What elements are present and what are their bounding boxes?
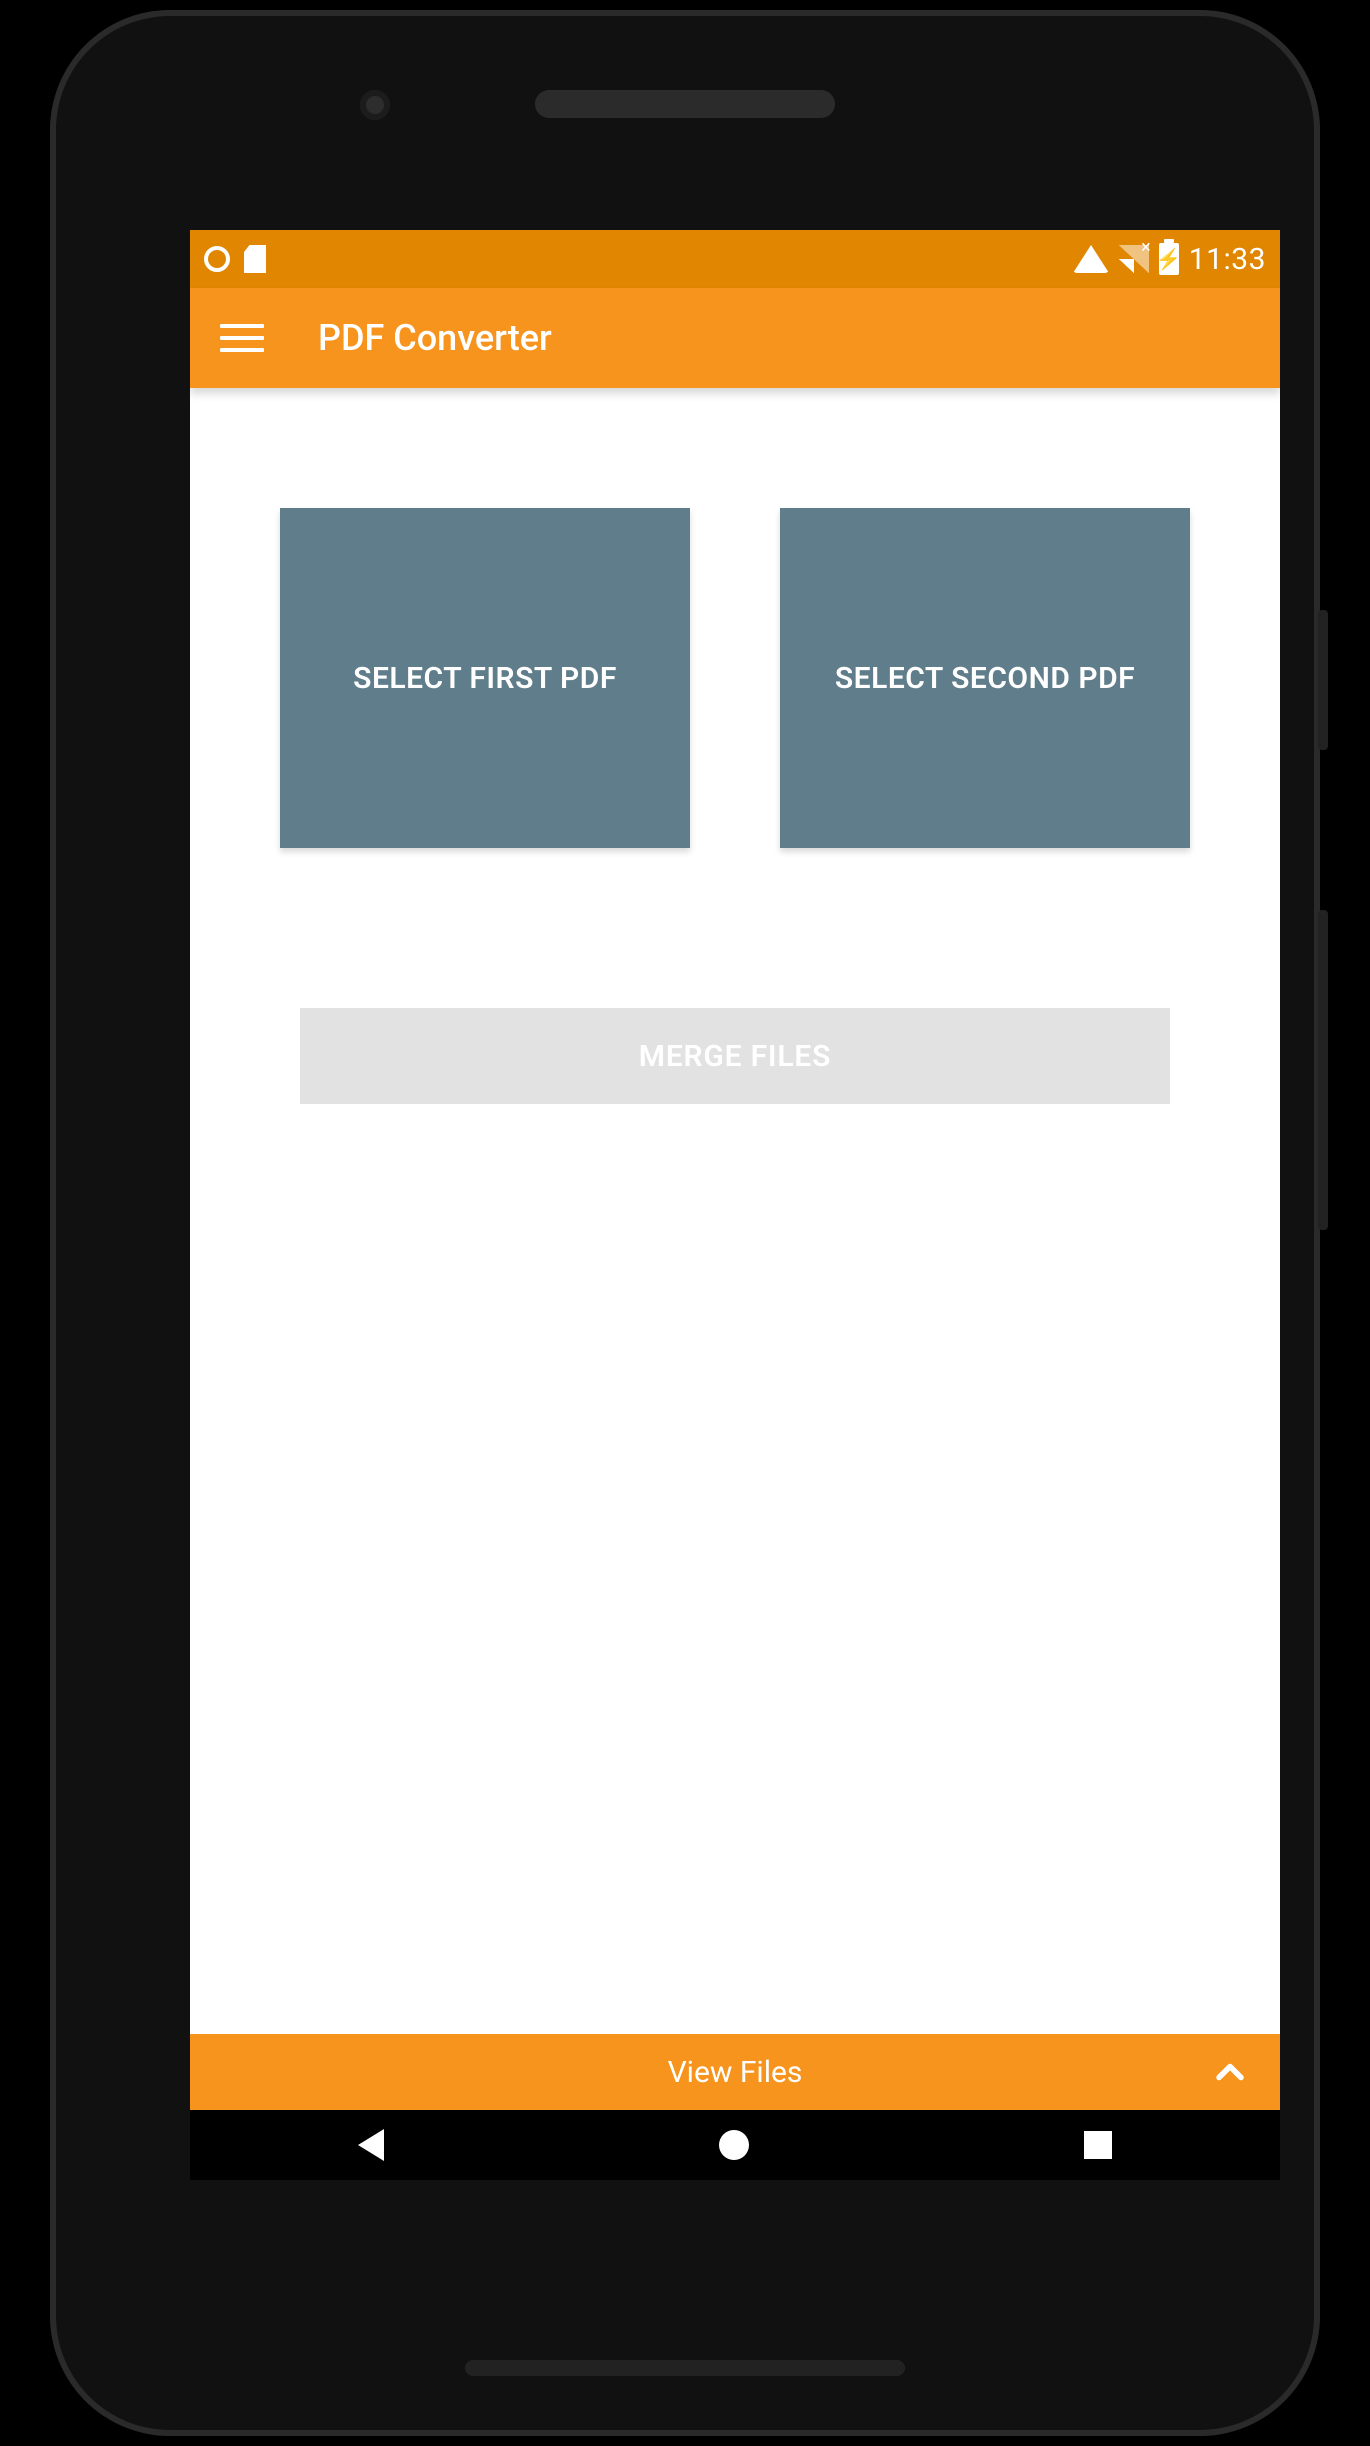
menu-icon[interactable] <box>220 324 264 352</box>
view-files-label: View Files <box>668 2055 803 2090</box>
status-circle-icon <box>204 246 230 272</box>
nav-bar <box>190 2110 1280 2180</box>
nav-back-button[interactable] <box>358 2129 384 2161</box>
phone-bottom-speaker <box>465 2360 905 2376</box>
status-left <box>204 245 266 273</box>
status-bar: × ⚡ 11:33 <box>190 230 1280 288</box>
select-second-pdf-label: SELECT SECOND PDF <box>835 661 1135 696</box>
view-files-bar[interactable]: View Files <box>190 2034 1280 2110</box>
nav-home-button[interactable] <box>719 2130 749 2160</box>
sd-card-icon <box>244 245 266 273</box>
content-area: SELECT FIRST PDF SELECT SECOND PDF MERGE… <box>190 388 1280 2034</box>
signal-no-data-icon: × <box>1141 237 1151 258</box>
battery-charging-icon: ⚡ <box>1156 247 1181 271</box>
nav-recent-button[interactable] <box>1084 2131 1112 2159</box>
phone-volume-button <box>1318 910 1328 1230</box>
phone-side-button <box>1318 610 1328 750</box>
chevron-up-icon <box>1208 2050 1252 2094</box>
select-first-pdf-button[interactable]: SELECT FIRST PDF <box>280 508 690 848</box>
merge-files-button[interactable]: MERGE FILES <box>300 1008 1170 1104</box>
pdf-select-row: SELECT FIRST PDF SELECT SECOND PDF <box>190 388 1280 848</box>
status-clock: 11:33 <box>1189 242 1266 277</box>
app-bar: PDF Converter <box>190 288 1280 388</box>
battery-icon: ⚡ <box>1159 243 1179 275</box>
status-right: × ⚡ 11:33 <box>1073 242 1266 277</box>
phone-frame: × ⚡ 11:33 PDF Converter SELECT FIRST PDF… <box>50 10 1320 2436</box>
merge-files-label: MERGE FILES <box>639 1039 831 1074</box>
select-second-pdf-button[interactable]: SELECT SECOND PDF <box>780 508 1190 848</box>
wifi-icon <box>1073 245 1109 273</box>
signal-icon: × <box>1119 245 1149 273</box>
select-first-pdf-label: SELECT FIRST PDF <box>353 661 617 696</box>
app-title: PDF Converter <box>318 317 552 359</box>
screen: × ⚡ 11:33 PDF Converter SELECT FIRST PDF… <box>190 230 1280 2180</box>
phone-front-camera <box>360 90 390 120</box>
phone-speaker <box>535 90 835 118</box>
